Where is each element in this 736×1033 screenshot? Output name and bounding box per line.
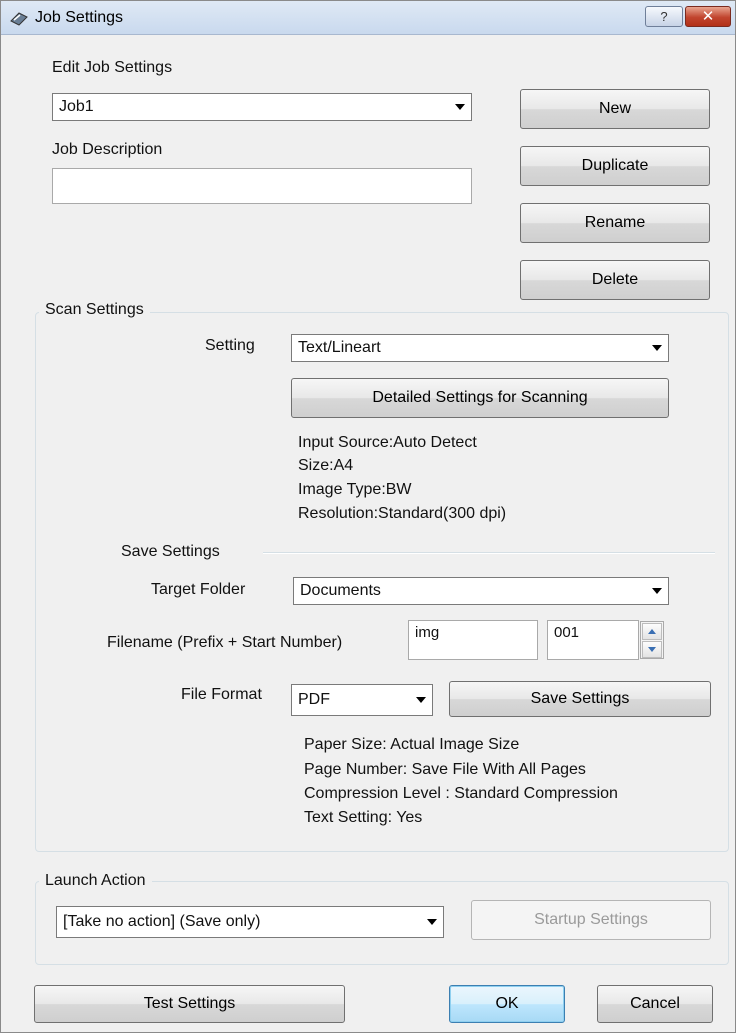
filename-prefix-value: img (415, 624, 440, 641)
file-format-select[interactable]: PDF (291, 684, 433, 716)
setting-select[interactable]: Text/Lineart (291, 334, 669, 362)
chevron-down-icon (427, 919, 437, 925)
start-number-spinner[interactable] (640, 621, 664, 659)
window-title: Job Settings (35, 9, 124, 26)
start-number-value: 001 (554, 624, 580, 641)
cancel-button[interactable]: Cancel (597, 985, 713, 1023)
scan-info-resolution: Resolution:Standard(300 dpi) (298, 505, 507, 522)
job-description-label: Job Description (52, 141, 163, 158)
chevron-down-icon (652, 588, 662, 594)
scanner-icon (10, 12, 28, 26)
new-button[interactable]: New (520, 89, 710, 129)
startup-settings-button: Startup Settings (471, 900, 711, 940)
start-number-input[interactable]: 001 (547, 620, 639, 660)
test-settings-button[interactable]: Test Settings (34, 985, 345, 1023)
file-format-label: File Format (181, 686, 262, 703)
launch-action-label: Launch Action (39, 872, 152, 890)
ok-button[interactable]: OK (449, 985, 565, 1023)
job-select[interactable]: Job1 (52, 93, 472, 121)
setting-select-value: Text/Lineart (298, 339, 381, 356)
file-format-value: PDF (298, 691, 330, 708)
chevron-down-icon (416, 697, 426, 703)
save-settings-separator (263, 552, 715, 554)
scan-info-image-type: Image Type:BW (298, 481, 412, 498)
job-settings-dialog: Job Settings ? ✕ Edit Job Settings Job1 … (0, 0, 736, 1033)
target-folder-label: Target Folder (151, 581, 246, 598)
rename-button[interactable]: Rename (520, 203, 710, 243)
save-info-page-number: Page Number: Save File With All Pages (304, 761, 586, 778)
chevron-down-icon (652, 345, 662, 351)
save-settings-button[interactable]: Save Settings (449, 681, 711, 717)
launch-action-value: [Take no action] (Save only) (63, 913, 261, 930)
spin-down-icon[interactable] (642, 641, 662, 658)
scan-settings-label: Scan Settings (39, 301, 150, 319)
target-folder-value: Documents (300, 582, 381, 599)
setting-label: Setting (205, 337, 255, 354)
save-info-paper-size: Paper Size: Actual Image Size (304, 736, 520, 753)
save-settings-label: Save Settings (121, 543, 220, 560)
filename-label: Filename (Prefix + Start Number) (107, 634, 343, 651)
help-button[interactable]: ? (645, 6, 683, 27)
scan-info-input-source: Input Source:Auto Detect (298, 434, 477, 451)
spin-up-icon[interactable] (642, 623, 662, 640)
detailed-settings-button[interactable]: Detailed Settings for Scanning (291, 378, 669, 418)
duplicate-button[interactable]: Duplicate (520, 146, 710, 186)
save-info-text-setting: Text Setting: Yes (304, 809, 423, 826)
scan-info-size: Size:A4 (298, 457, 354, 474)
job-select-value: Job1 (59, 98, 94, 115)
target-folder-select[interactable]: Documents (293, 577, 669, 605)
filename-prefix-input[interactable]: img (408, 620, 538, 660)
job-description-input[interactable] (52, 168, 472, 204)
launch-action-select[interactable]: [Take no action] (Save only) (56, 906, 444, 938)
edit-job-settings-label: Edit Job Settings (52, 59, 173, 76)
chevron-down-icon (455, 104, 465, 110)
title-bar[interactable]: Job Settings ? ✕ (1, 1, 735, 35)
delete-button[interactable]: Delete (520, 260, 710, 300)
close-button[interactable]: ✕ (685, 6, 731, 27)
save-info-compression: Compression Level : Standard Compression (304, 785, 618, 802)
